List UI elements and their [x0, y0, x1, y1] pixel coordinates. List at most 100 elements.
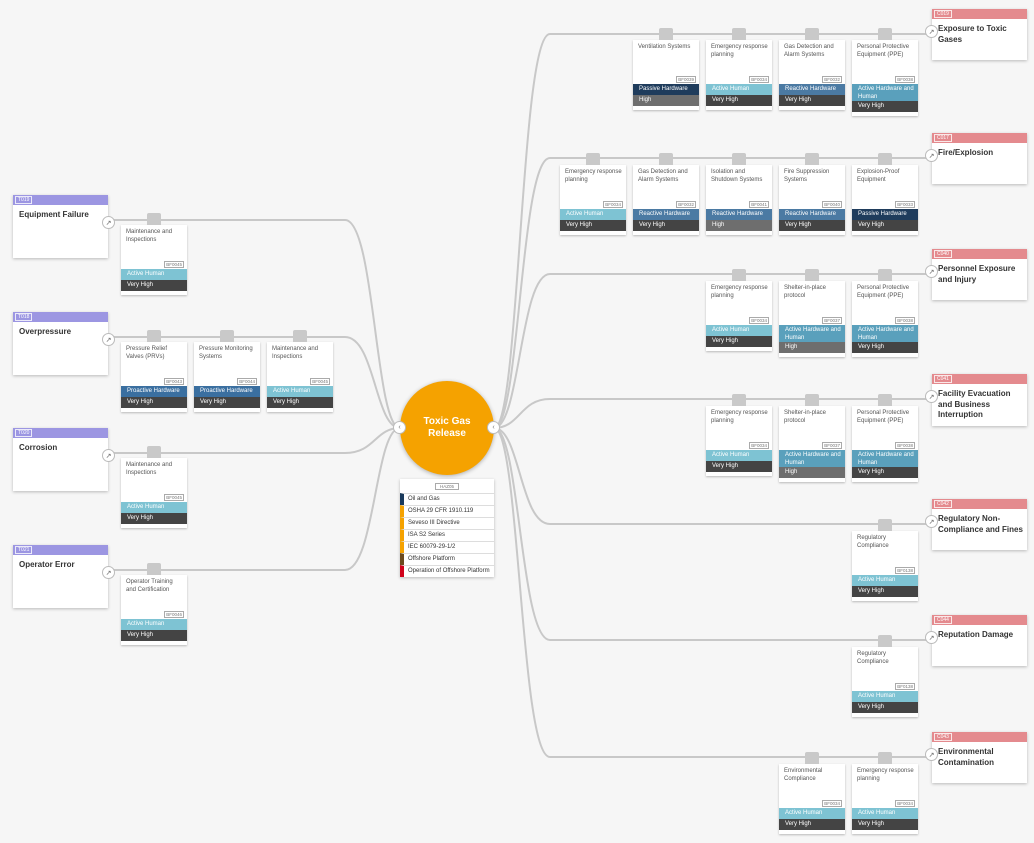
barrier-name: Gas Detection and Alarm Systems	[784, 44, 834, 58]
expand-icon[interactable]: ↗	[925, 265, 938, 278]
barrier-card[interactable]: Emergency response planning BF0034 Activ…	[852, 752, 918, 834]
barrier-card[interactable]: Shelter-in-place protocol BF0037 Active …	[779, 269, 845, 357]
expand-icon[interactable]: ↗	[925, 631, 938, 644]
barrier-card[interactable]: Gas Detection and Alarm Systems BF0032 R…	[779, 28, 845, 110]
consequence-card[interactable]: C044 Reputation Damage ↗	[925, 615, 1027, 666]
consequence-card[interactable]: C041 Facility Evacuation and Business In…	[925, 374, 1027, 426]
barrier-type: Active Human	[852, 691, 918, 702]
barrier-card[interactable]: Personal Protective Equipment (PPE) BF00…	[852, 269, 918, 357]
expand-icon[interactable]: ↗	[925, 25, 938, 38]
barrier-id: BF0045	[310, 378, 330, 385]
barrier-effectiveness: Very High	[852, 467, 918, 478]
barrier-effectiveness: High	[706, 220, 772, 231]
expand-icon[interactable]: ↗	[102, 566, 115, 579]
barrier-card[interactable]: Isolation and Shutdown Systems BF0041 Re…	[706, 153, 772, 235]
barrier-name: Explosion-Proof Equipment	[857, 169, 900, 183]
barrier-type: Active Human	[267, 386, 333, 397]
barrier-connector-tab	[878, 394, 892, 406]
barrier-effectiveness: Very High	[121, 630, 187, 641]
barrier-type: Passive Hardware	[852, 209, 918, 220]
barrier-id: BF0034	[895, 800, 915, 807]
hazard-item: OSHA 29 CFR 1910.119	[400, 505, 494, 517]
barrier-card[interactable]: Emergency response planning BF0034 Activ…	[706, 269, 772, 351]
barrier-type: Active Hardware and Human	[852, 450, 918, 467]
consequence-title: Fire/Explosion	[938, 148, 994, 157]
barrier-connector-tab	[732, 394, 746, 406]
barrier-id: BF0034	[749, 76, 769, 83]
barrier-card[interactable]: Maintenance and Inspections BF0045 Activ…	[121, 213, 187, 295]
barrier-name: Personal Protective Equipment (PPE)	[857, 410, 910, 424]
expand-icon[interactable]: ↗	[925, 515, 938, 528]
expand-icon[interactable]: ↗	[102, 333, 115, 346]
barrier-connector-tab	[732, 153, 746, 165]
threat-card[interactable]: T019 Equipment Failure ↗	[13, 195, 115, 258]
threat-code: T019	[15, 196, 33, 204]
hazard-item: IEC 60079-29-1/2	[400, 541, 494, 553]
barrier-card[interactable]: Ventilation Systems BF0039 Passive Hardw…	[633, 28, 699, 110]
barrier-id: BF0038	[895, 317, 915, 324]
expand-icon[interactable]: ↗	[102, 449, 115, 462]
collapse-right-icon[interactable]: ‹	[487, 421, 500, 434]
barrier-card[interactable]: Regulatory Compliance BF0138 Active Huma…	[852, 519, 918, 601]
barrier-effectiveness: Very High	[194, 397, 260, 408]
barrier-id: BF0046	[164, 611, 184, 618]
barrier-type: Reactive Hardware	[779, 84, 845, 95]
barrier-id: BF0138	[895, 683, 915, 690]
consequence-card[interactable]: C040 Personnel Exposure and Injury ↗	[925, 249, 1027, 300]
barrier-connector-tab	[878, 519, 892, 531]
barrier-name: Maintenance and Inspections	[126, 462, 173, 476]
hazard-item: ISA S2 Series	[400, 529, 494, 541]
barrier-card[interactable]: Emergency response planning BF0034 Activ…	[706, 394, 772, 476]
barrier-id: BF0032	[676, 201, 696, 208]
barrier-effectiveness: Very High	[779, 819, 845, 830]
top-event-node[interactable]: Toxic Gas Release	[400, 381, 494, 475]
barrier-card[interactable]: Personal Protective Equipment (PPE) BF00…	[852, 394, 918, 482]
barrier-connector-tab	[220, 330, 234, 342]
expand-icon[interactable]: ↗	[925, 390, 938, 403]
barrier-effectiveness: Very High	[121, 397, 187, 408]
collapse-left-icon[interactable]: ‹	[393, 421, 406, 434]
barrier-effectiveness: Very High	[633, 220, 699, 231]
barrier-card[interactable]: Maintenance and Inspections BF0045 Activ…	[121, 446, 187, 528]
top-event-title: Toxic Gas Release	[423, 416, 471, 439]
barrier-card[interactable]: Maintenance and Inspections BF0045 Activ…	[267, 330, 333, 412]
hazard-card[interactable]: HAZ05 Oil and Gas OSHA 29 CFR 1910.119 S…	[400, 479, 494, 577]
hazard-item: Oil and Gas	[400, 493, 494, 505]
barrier-name: Pressure Monitoring Systems	[199, 346, 253, 360]
threat-card[interactable]: T020 Corrosion ↗	[13, 428, 115, 491]
barrier-id: BF0032	[822, 76, 842, 83]
barrier-connector-tab	[659, 153, 673, 165]
threat-card[interactable]: T021 Operator Error ↗	[13, 545, 115, 608]
consequence-code: C017	[934, 134, 952, 142]
barrier-connector-tab	[805, 153, 819, 165]
consequence-card[interactable]: C042 Regulatory Non-Compliance and Fines…	[925, 499, 1027, 550]
expand-icon[interactable]: ↗	[925, 149, 938, 162]
barrier-card[interactable]: Explosion-Proof Equipment BF0033 Passive…	[852, 153, 918, 235]
barrier-id: BF0040	[822, 201, 842, 208]
barrier-card[interactable]: Pressure Relief Valves (PRVs) BF0043 Pro…	[121, 330, 187, 412]
expand-icon[interactable]: ↗	[925, 748, 938, 761]
expand-icon[interactable]: ↗	[102, 216, 115, 229]
barrier-card[interactable]: Operator Training and Certification BF00…	[121, 563, 187, 645]
barrier-card[interactable]: Personal Protective Equipment (PPE) BF00…	[852, 28, 918, 116]
barrier-card[interactable]: Environmental Compliance BF0034 Active H…	[779, 752, 845, 834]
consequence-card[interactable]: C043 Environmental Contamination ↗	[925, 732, 1027, 783]
barrier-card[interactable]: Gas Detection and Alarm Systems BF0032 R…	[633, 153, 699, 235]
barrier-card[interactable]: Pressure Monitoring Systems BF0044 Proac…	[194, 330, 260, 412]
consequence-card[interactable]: C017 Fire/Explosion ↗	[925, 133, 1027, 184]
consequence-card[interactable]: C019 Exposure to Toxic Gases ↗	[925, 9, 1027, 60]
barrier-id: BF0037	[822, 442, 842, 449]
barrier-id: BF0034	[749, 317, 769, 324]
barrier-type: Active Human	[779, 808, 845, 819]
barrier-card[interactable]: Regulatory Compliance BF0138 Active Huma…	[852, 635, 918, 717]
barrier-name: Ventilation Systems	[638, 44, 691, 50]
threat-card[interactable]: T018 Overpressure ↗	[13, 312, 115, 375]
barrier-card[interactable]: Emergency response planning BF0034 Activ…	[706, 28, 772, 110]
barrier-card[interactable]: Emergency response planning BF0034 Activ…	[560, 153, 626, 235]
barrier-name: Personal Protective Equipment (PPE)	[857, 44, 910, 58]
consequence-code: C044	[934, 616, 952, 624]
barrier-type: Active Human	[706, 450, 772, 461]
barrier-card[interactable]: Shelter-in-place protocol BF0037 Active …	[779, 394, 845, 482]
barrier-card[interactable]: Fire Suppression Systems BF0040 Reactive…	[779, 153, 845, 235]
barrier-effectiveness: Very High	[706, 336, 772, 347]
